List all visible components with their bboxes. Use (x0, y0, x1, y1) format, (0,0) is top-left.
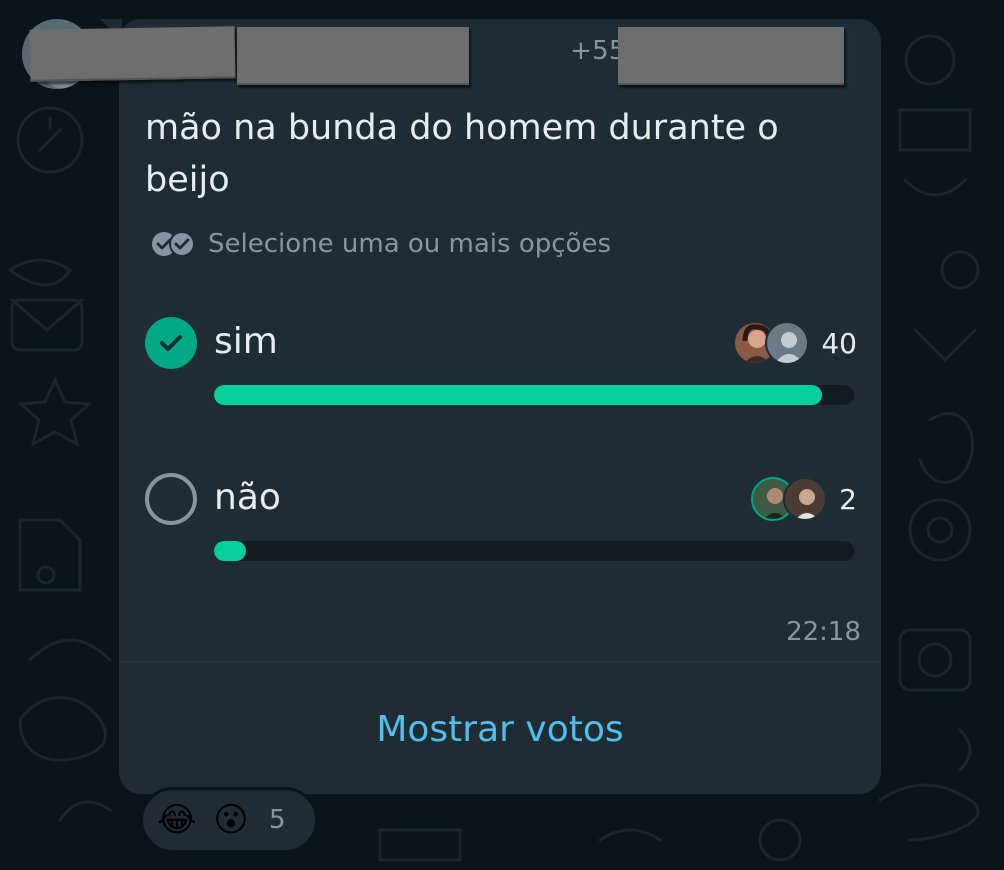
poll-hint-text: Selecione uma ou mais opções (208, 229, 611, 259)
option-label: não (214, 477, 281, 518)
voter-avatar (783, 477, 828, 521)
poll-option-nao[interactable]: não 2 (145, 473, 857, 583)
surprised-face-emoji-icon: 😮 (213, 800, 249, 840)
reaction-count: 5 (269, 805, 286, 835)
option-voters[interactable]: 40 (733, 319, 857, 367)
poll-question: mão na bunda do homem durante o beijo (145, 108, 779, 200)
poll-hint: Selecione uma ou mais opções (150, 228, 611, 260)
option-checkbox-unchecked[interactable] (145, 473, 197, 525)
vote-progress-fill (214, 541, 246, 561)
redacted-phone-number (618, 27, 844, 85)
option-label: sim (214, 321, 278, 362)
vote-progress-bar (214, 385, 854, 405)
vote-count: 40 (821, 326, 857, 360)
vote-count: 2 (839, 482, 857, 516)
redacted-sender-name (29, 26, 236, 82)
option-checkbox-checked[interactable] (145, 317, 197, 369)
default-avatar-icon (765, 321, 810, 365)
poll-option-sim[interactable]: sim 40 (145, 317, 857, 427)
checkmark-icon (160, 335, 182, 351)
redacted-sender-name (237, 27, 469, 85)
double-check-icon (152, 231, 195, 257)
reactions-pill[interactable]: 😂 😮 5 (140, 787, 318, 853)
vote-progress-bar (214, 541, 854, 561)
option-voters[interactable]: 2 (751, 475, 857, 523)
laughing-tears-emoji-icon: 😂 (157, 800, 197, 840)
vote-progress-fill (214, 385, 822, 405)
